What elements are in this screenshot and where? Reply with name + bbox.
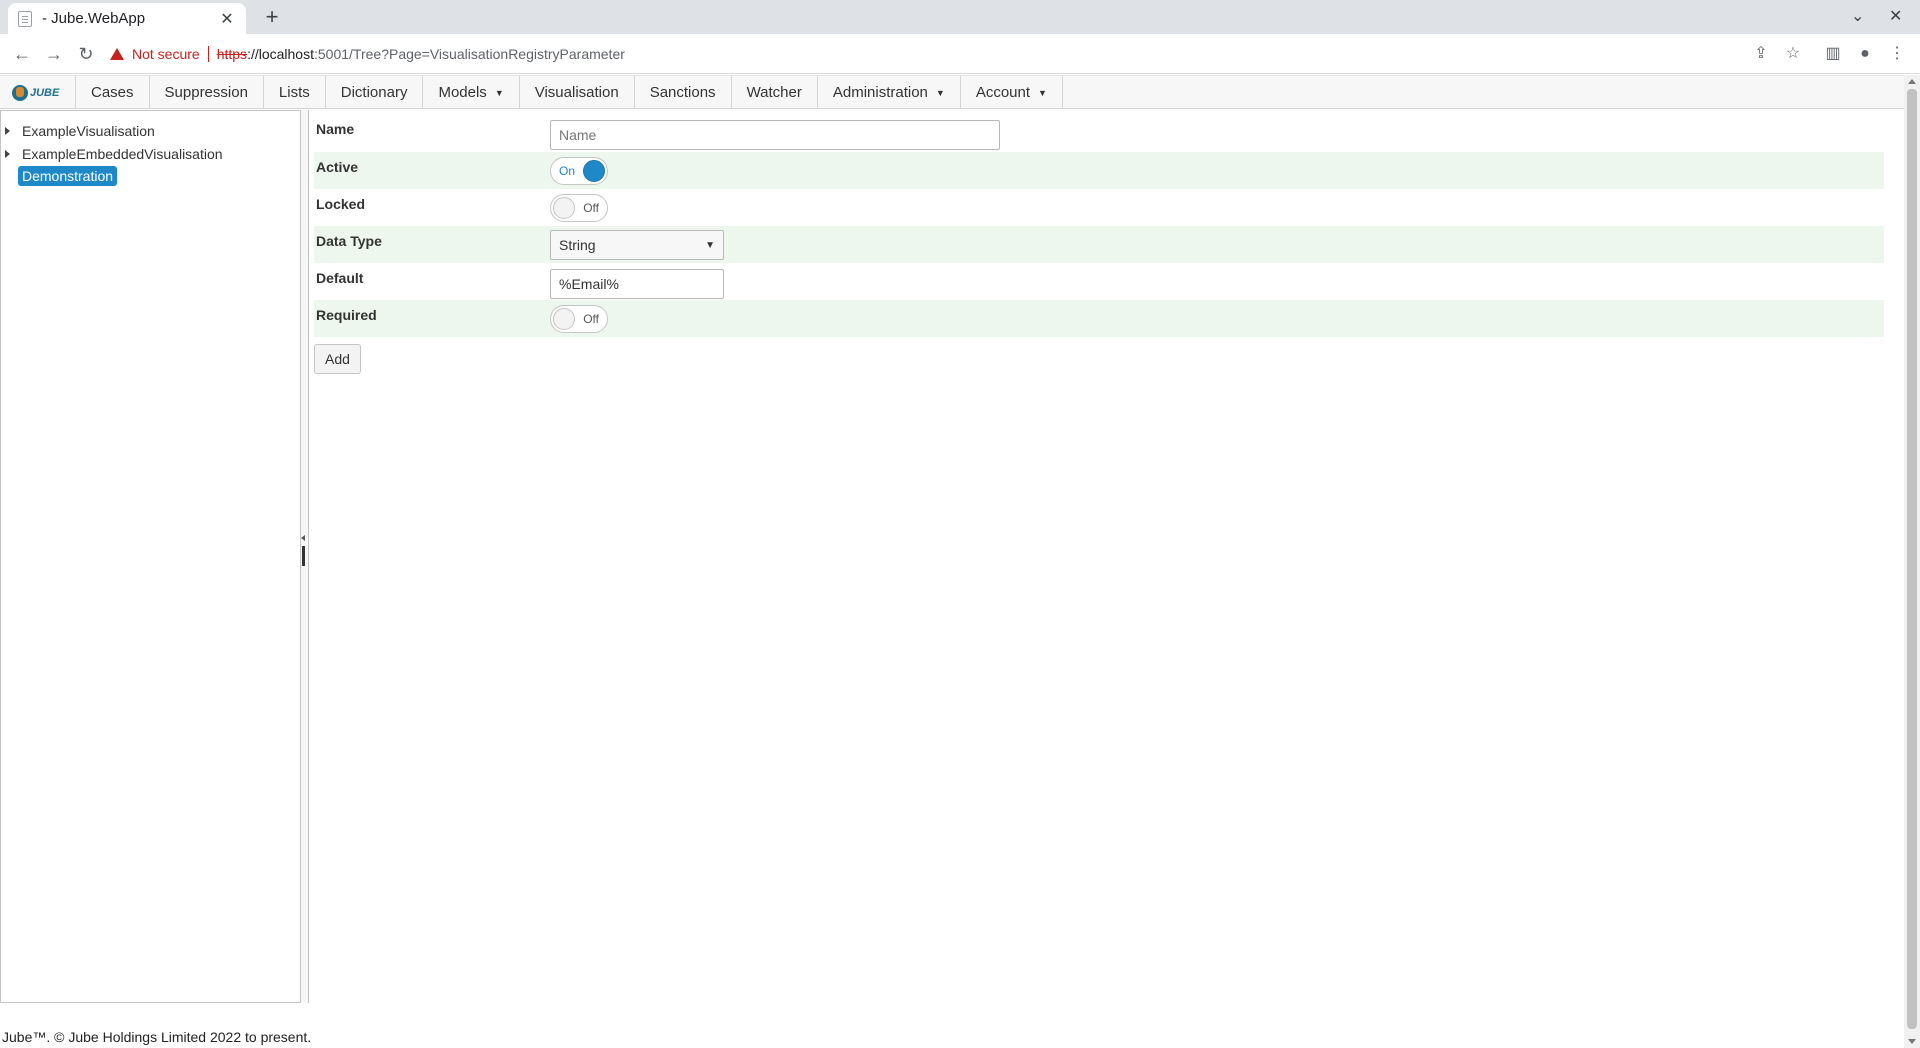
collapse-arrow-icon[interactable] bbox=[301, 535, 305, 541]
nav-label: Visualisation bbox=[534, 84, 619, 101]
app-nav: JUBE Cases Suppression Lists Dictionary … bbox=[0, 75, 1904, 109]
active-label: Active bbox=[316, 159, 359, 175]
scroll-thumb[interactable] bbox=[1907, 89, 1917, 1029]
forward-icon[interactable]: → bbox=[42, 42, 66, 66]
scroll-down-icon[interactable] bbox=[1908, 1039, 1916, 1044]
not-secure-label: Not secure bbox=[132, 46, 200, 62]
new-tab-icon[interactable]: + bbox=[260, 5, 284, 29]
required-row: Required Off bbox=[314, 300, 1884, 337]
locked-row: Locked Off bbox=[314, 189, 1884, 226]
tree-node-label: ExampleVisualisation bbox=[22, 123, 155, 139]
tree-node-example-embedded-visualisation[interactable]: ExampleEmbeddedVisualisation bbox=[5, 144, 223, 164]
name-label: Name bbox=[316, 121, 355, 137]
locked-toggle[interactable]: Off bbox=[550, 194, 608, 222]
nav-label: Watcher bbox=[746, 84, 802, 101]
nav-dictionary[interactable]: Dictionary bbox=[326, 76, 424, 109]
logo-text: JUBE bbox=[30, 86, 60, 99]
splitter-grip[interactable] bbox=[302, 546, 305, 566]
nav-lists[interactable]: Lists bbox=[264, 76, 326, 109]
name-row: Name bbox=[314, 114, 1884, 151]
footer-copyright: Jube™. © Jube Holdings Limited 2022 to p… bbox=[2, 1029, 312, 1045]
url-text: https://localhost:5001/Tree?Page=Visuali… bbox=[217, 46, 625, 62]
nav-label: Sanctions bbox=[649, 84, 716, 101]
logo-mark-icon bbox=[12, 84, 28, 101]
page-scrollbar[interactable] bbox=[1904, 75, 1920, 1048]
data-type-row: Data Type String ▼ bbox=[314, 226, 1884, 263]
active-row: Active On bbox=[314, 152, 1884, 189]
nav-models[interactable]: Models ▼ bbox=[423, 76, 520, 109]
caret-down-icon: ▼ bbox=[935, 87, 945, 98]
url-host: ://localhost bbox=[247, 46, 314, 62]
browser-toolbar: ← → ↻ Not secure https://localhost:5001/… bbox=[0, 34, 1920, 74]
scroll-up-icon[interactable] bbox=[1908, 79, 1916, 84]
toggle-knob bbox=[553, 308, 575, 330]
nav-cases[interactable]: Cases bbox=[76, 76, 150, 109]
parameter-form: Name Active On Locked Off Data Type Stri… bbox=[310, 110, 1904, 1003]
tab-close-icon[interactable]: ✕ bbox=[218, 9, 236, 29]
data-type-label: Data Type bbox=[316, 233, 382, 249]
name-input[interactable] bbox=[550, 120, 1000, 150]
nav-label: Account bbox=[975, 84, 1031, 101]
profile-icon[interactable]: ● bbox=[1855, 44, 1875, 64]
tab-title: - Jube.WebApp bbox=[42, 10, 146, 27]
tree-panel: ExampleVisualisation ExampleEmbeddedVisu… bbox=[0, 110, 301, 1003]
nav-label: Dictionary bbox=[340, 84, 408, 101]
warning-icon bbox=[110, 48, 124, 60]
page-icon bbox=[18, 10, 32, 27]
toggle-knob bbox=[583, 160, 605, 182]
toggle-state: Off bbox=[583, 201, 599, 215]
caret-down-icon: ▼ bbox=[705, 239, 715, 251]
toggle-state: On bbox=[559, 164, 576, 178]
tree-node-example-visualisation[interactable]: ExampleVisualisation bbox=[5, 121, 155, 141]
nav-label: Suppression bbox=[164, 84, 248, 101]
browser-tab[interactable]: - Jube.WebApp ✕ bbox=[8, 3, 246, 34]
caret-down-icon: ▼ bbox=[494, 87, 504, 98]
menu-kebab-icon[interactable]: ⋮ bbox=[1887, 44, 1907, 64]
nav-suppression[interactable]: Suppression bbox=[150, 76, 264, 109]
address-divider bbox=[207, 46, 209, 62]
nav-label: Administration bbox=[832, 84, 928, 101]
browser-tabstrip: - Jube.WebApp ✕ + ⌄ ✕ bbox=[0, 0, 1920, 34]
tree-node-label: Demonstration bbox=[18, 166, 118, 186]
toggle-state: Off bbox=[583, 312, 599, 326]
back-icon[interactable]: ← bbox=[10, 42, 34, 66]
nav-visualisation[interactable]: Visualisation bbox=[520, 76, 635, 109]
expand-arrow-icon[interactable] bbox=[5, 150, 10, 158]
nav-account[interactable]: Account ▼ bbox=[961, 76, 1063, 109]
side-panel-icon[interactable]: ▥ bbox=[1823, 44, 1843, 64]
default-label: Default bbox=[316, 270, 364, 286]
add-button[interactable]: Add bbox=[314, 344, 361, 374]
toggle-knob bbox=[553, 197, 575, 219]
locked-label: Locked bbox=[316, 196, 366, 212]
nav-label: Models bbox=[438, 84, 487, 101]
tree-node-demonstration[interactable]: Demonstration bbox=[18, 166, 118, 186]
required-label: Required bbox=[316, 307, 377, 323]
required-toggle[interactable]: Off bbox=[550, 305, 608, 333]
data-type-select[interactable]: String ▼ bbox=[550, 230, 724, 260]
active-toggle[interactable]: On bbox=[550, 157, 608, 185]
caret-down-icon: ▼ bbox=[1038, 87, 1047, 98]
default-input[interactable] bbox=[550, 269, 724, 299]
url-path: :5001/Tree?Page=VisualisationRegistryPar… bbox=[314, 46, 625, 62]
url-protocol: https bbox=[216, 46, 248, 62]
default-row: Default bbox=[314, 263, 1884, 300]
bookmark-star-icon[interactable]: ☆ bbox=[1783, 44, 1803, 64]
window-close-icon[interactable]: ✕ bbox=[1889, 6, 1902, 26]
jube-logo[interactable]: JUBE bbox=[0, 76, 76, 109]
nav-administration[interactable]: Administration ▼ bbox=[818, 76, 961, 109]
nav-sanctions[interactable]: Sanctions bbox=[635, 76, 732, 109]
share-icon[interactable]: ⇪ bbox=[1751, 44, 1771, 64]
panel-splitter[interactable] bbox=[301, 110, 309, 1003]
nav-watcher[interactable]: Watcher bbox=[732, 76, 818, 109]
tab-search-icon[interactable]: ⌄ bbox=[1851, 6, 1864, 26]
nav-label: Lists bbox=[278, 84, 310, 101]
tree-node-label: ExampleEmbeddedVisualisation bbox=[22, 146, 223, 162]
address-bar[interactable]: Not secure https://localhost:5001/Tree?P… bbox=[110, 40, 1810, 68]
nav-label: Cases bbox=[91, 84, 134, 101]
expand-arrow-icon[interactable] bbox=[5, 127, 10, 135]
reload-icon[interactable]: ↻ bbox=[74, 42, 98, 66]
select-value: String bbox=[559, 237, 596, 253]
